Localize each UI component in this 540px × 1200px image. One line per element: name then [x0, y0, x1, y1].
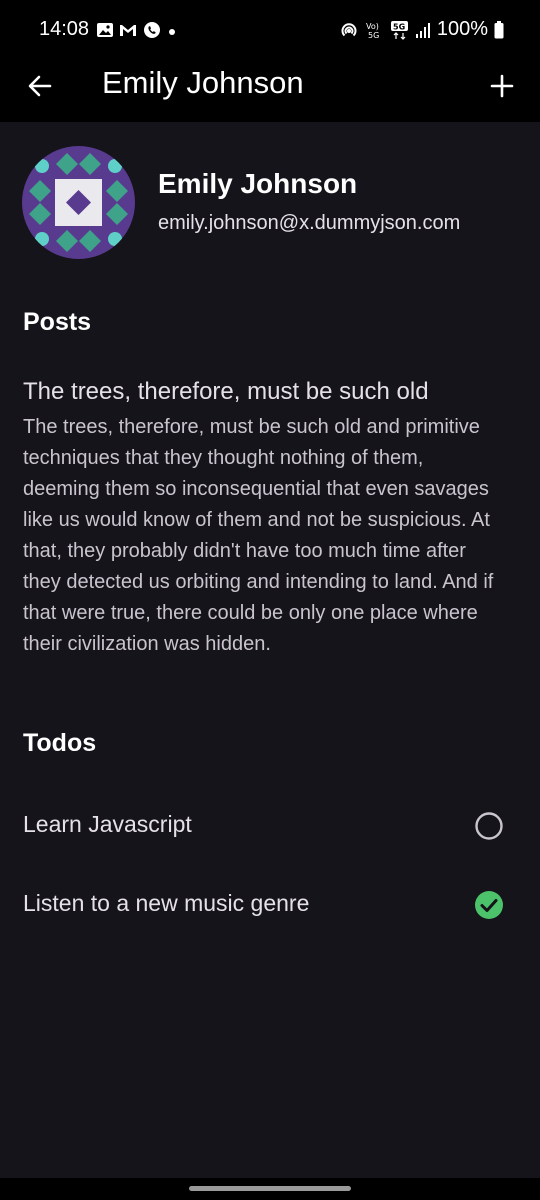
- battery-icon: [494, 20, 504, 38]
- volte-icon: Vo) 5G: [366, 22, 379, 40]
- status-bar: 14:08 Vo) 5G 5G 100%: [0, 0, 540, 60]
- app-bar: Emily Johnson: [0, 60, 540, 122]
- todo-item[interactable]: Listen to a new music genre: [0, 874, 540, 934]
- home-gesture-handle[interactable]: [189, 1186, 351, 1191]
- arrow-left-icon: [28, 75, 52, 97]
- battery-percent: 100%: [436, 18, 488, 40]
- svg-text:Vo): Vo): [366, 22, 379, 31]
- unchecked-circle-icon[interactable]: [474, 811, 504, 841]
- page-title: Emily Johnson: [102, 65, 304, 100]
- post-body: The trees, therefore, must be such old a…: [23, 416, 494, 655]
- image-icon: [97, 23, 113, 37]
- svg-text:5G: 5G: [393, 22, 405, 31]
- user-detail-content: Emily Johnson emily.johnson@x.dummyjson.…: [0, 122, 540, 1178]
- whatsapp-icon: [144, 22, 160, 38]
- plus-icon: [490, 74, 514, 98]
- system-nav-bar: [0, 1178, 540, 1200]
- hotspot-icon: [341, 22, 357, 36]
- todo-label: Learn Javascript: [23, 811, 192, 837]
- post-title: The trees, therefore, must be such old: [23, 378, 429, 405]
- 5g-icon: 5G: [390, 20, 408, 40]
- svg-text:5G: 5G: [368, 31, 379, 40]
- posts-heading: Posts: [23, 308, 92, 336]
- user-email: emily.johnson@x.dummyjson.com: [158, 212, 461, 234]
- todos-heading: Todos: [23, 729, 97, 757]
- signal-icon: [415, 22, 430, 38]
- todo-item[interactable]: Learn Javascript: [0, 795, 540, 855]
- identicon-avatar: [22, 146, 135, 259]
- user-name: Emily Johnson: [158, 168, 358, 199]
- status-time: 14:08: [39, 18, 90, 40]
- todo-label: Listen to a new music genre: [23, 890, 310, 916]
- add-button[interactable]: [484, 68, 520, 104]
- notification-icons: [96, 20, 178, 40]
- status-right: Vo) 5G 5G 100%: [339, 18, 504, 41]
- gmail-icon: [120, 25, 136, 36]
- avatar: [22, 146, 135, 259]
- dot-icon: [169, 29, 175, 35]
- back-button[interactable]: [22, 68, 58, 104]
- checked-circle-icon[interactable]: [474, 890, 504, 920]
